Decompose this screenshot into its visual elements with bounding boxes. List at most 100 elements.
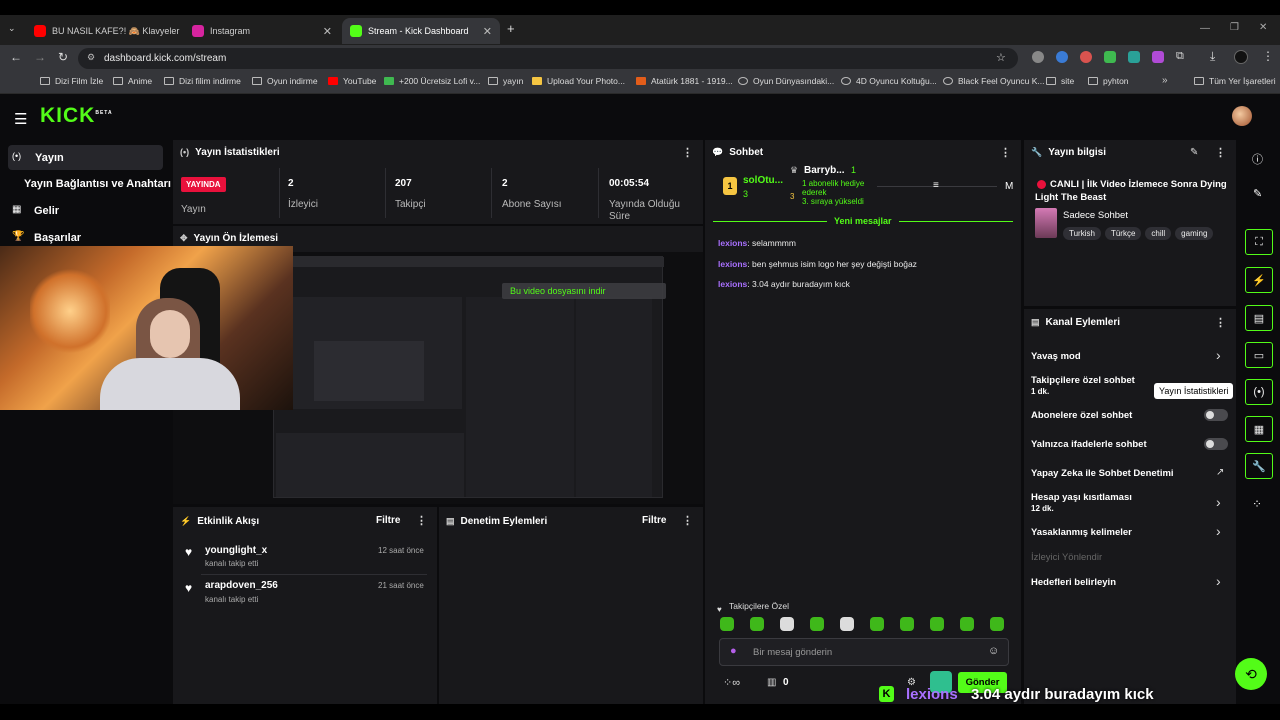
bookmark-item[interactable]: Dizi filim indirme [164,76,241,86]
emote-icon[interactable] [750,617,764,631]
emote-icon[interactable] [780,617,794,631]
filter-button[interactable]: Filtre [642,515,666,526]
maximize-icon[interactable]: ❐ [1230,22,1239,33]
event-user[interactable]: arapdoven_256 [205,580,278,591]
more-icon[interactable]: ⋮ [416,514,427,527]
message-user[interactable]: lexions [718,279,747,289]
qa-chat-button[interactable]: ▭ [1245,342,1273,368]
nav-item-yayin[interactable]: (•) Yayın [8,145,163,170]
extension-icon[interactable] [1152,51,1164,63]
bookmark-item[interactable]: Upload Your Photo... [532,76,625,86]
event-user[interactable]: younglight_x [205,545,267,556]
bookmark-item[interactable]: Anime [113,76,152,86]
add-widget-icon[interactable]: ⁘ [1252,497,1262,511]
bookmark-item[interactable]: Tüm Yer İşaretleri [1194,76,1276,86]
more-icon[interactable]: ⋮ [1215,316,1226,329]
bookmark-item[interactable]: Black Feel Oyuncu K... [943,76,1044,86]
tag[interactable]: Türkçe [1104,227,1142,240]
extension-icon[interactable] [1032,51,1044,63]
emote-icon[interactable] [870,617,884,631]
edit-icon[interactable]: ✎ [1253,187,1262,200]
bookmark-item[interactable]: Oyun Dünyasındaki... [738,76,834,86]
filter-lines-icon[interactable]: ≡ [933,180,939,191]
qa-actions-button[interactable]: ▦ [1245,416,1273,442]
back-icon[interactable]: ← [10,50,22,64]
tab-kick-dashboard[interactable]: Stream - Kick Dashboard ✕ [342,18,500,44]
menu-icon[interactable]: ⋮ [1262,49,1274,63]
bookmark-item[interactable]: +200 Ücretsiz Lofi v... [384,76,480,86]
edit-icon[interactable]: ✎ [1190,147,1198,158]
subscribers-only-toggle[interactable] [1204,409,1228,421]
bookmark-item[interactable]: site [1046,76,1074,86]
bookmark-item[interactable]: Oyun indirme [252,76,318,86]
tag[interactable]: gaming [1175,227,1214,240]
url-input[interactable]: ⚙ dashboard.kick.com/stream ☆ [78,48,1018,69]
emote-icon[interactable] [990,617,1004,631]
reload-icon[interactable]: ↻ [58,50,68,64]
tag[interactable]: chill [1145,227,1172,240]
extension-icon[interactable] [1056,51,1068,63]
site-info-icon[interactable]: ⚙ [87,52,95,63]
bookmark-item[interactable]: pyhton [1088,76,1129,86]
category-thumbnail[interactable] [1035,208,1057,238]
message-user[interactable]: lexions [718,238,747,248]
emote-icon[interactable] [930,617,944,631]
tab-instagram[interactable]: Instagram ✕ [184,18,340,44]
more-bookmarks-icon[interactable]: » [1162,75,1168,86]
avatar[interactable] [1232,106,1252,126]
more-icon[interactable]: ⋮ [682,146,693,159]
qa-activity-button[interactable]: ⚡ [1245,267,1273,293]
chat-input[interactable]: ● Bir mesaj gönderin ☺ [719,638,1009,666]
star-icon[interactable]: ☆ [996,51,1006,64]
more-icon[interactable]: ⋮ [1215,146,1226,159]
filter-button[interactable]: Filtre [376,515,400,526]
more-icon[interactable]: ⋮ [1000,146,1011,159]
leader-name[interactable]: Barryb... [804,165,845,176]
more-icon[interactable]: ⋮ [682,514,693,527]
leader-name[interactable]: solOtu... [743,175,783,186]
download-icon[interactable]: ⤓ [1210,49,1215,64]
qa-info-button[interactable]: 🔧 [1245,453,1273,479]
extension-icon[interactable] [1080,51,1092,63]
microphone-icon[interactable]: ● [730,645,737,657]
hamburger-icon[interactable]: ☰ [14,110,27,128]
puzzle-icon[interactable]: ⧉ [1176,50,1184,63]
close-window-icon[interactable]: ✕ [1259,22,1267,33]
qa-preview-button[interactable]: ⛶ [1245,229,1273,255]
info-icon[interactable]: ⓘ [1252,151,1263,167]
close-icon[interactable]: ✕ [483,25,492,38]
forward-icon[interactable]: → [34,50,46,64]
download-hint[interactable]: Bu video dosyasını indir [502,283,666,299]
tab-search-icon[interactable]: ⌄ [8,23,16,34]
profile-icon[interactable] [1234,50,1248,64]
bookmark-item[interactable]: yayın [488,76,523,86]
nav-item-gelir[interactable]: Gelir [34,205,59,217]
close-icon[interactable]: ✕ [323,25,332,38]
tag[interactable]: Turkish [1063,227,1101,240]
tab-youtube[interactable]: BU NASIL KAFE?! 🙈 Klavyeler [26,18,180,44]
emote-icon[interactable] [810,617,824,631]
nav-item-basarilar[interactable]: Başarılar [34,232,81,244]
emote-icon[interactable] [840,617,854,631]
emote-icon[interactable] [960,617,974,631]
bookmark-item[interactable]: YouTube [328,76,376,86]
extension-icon[interactable] [1128,51,1140,63]
shield-icon[interactable] [1104,51,1116,63]
nav-item-stream-key[interactable]: Yayın Bağlantısı ve Anahtarı [24,178,171,190]
emote-picker-icon[interactable]: ☺ [988,645,999,657]
bookmark-item[interactable]: Dizi Film İzle [40,76,103,86]
category-name[interactable]: Sadece Sohbet [1063,210,1128,221]
store-icon[interactable]: ▥ [767,677,776,688]
qa-stats-button[interactable]: (•) [1245,379,1273,405]
emotes-only-toggle[interactable] [1204,438,1228,450]
emote-icon[interactable] [720,617,734,631]
emote-icon[interactable] [900,617,914,631]
qa-moderation-button[interactable]: ▤ [1245,305,1273,331]
message-user[interactable]: lexions [718,259,747,269]
help-button[interactable]: ⟲ [1235,658,1267,690]
minimize-icon[interactable]: — [1200,23,1210,34]
bookmark-item[interactable]: 4D Oyuncu Koltuğu... [841,76,937,86]
kick-logo[interactable]: KICKBETA [40,104,113,128]
new-tab-icon[interactable]: + [507,21,515,36]
bookmark-item[interactable]: Atatürk 1881 - 1919... [636,76,733,86]
